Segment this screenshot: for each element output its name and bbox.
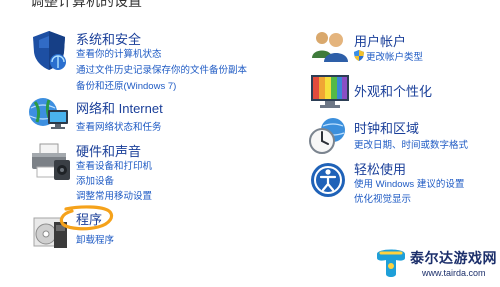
- ease-of-access-icon[interactable]: [308, 160, 348, 200]
- link-uninstall-program[interactable]: 卸载程序: [76, 232, 114, 246]
- display-personalization-icon[interactable]: [308, 72, 352, 110]
- clock-globe-icon[interactable]: [308, 116, 350, 156]
- link-add-device[interactable]: 添加设备: [76, 173, 114, 187]
- watermark-url: www.tairda.com: [422, 268, 486, 278]
- watermark-title: 泰尔达游戏网: [410, 250, 497, 266]
- site-watermark: 泰尔达游戏网 www.tairda.com: [372, 240, 500, 287]
- printer-speaker-icon[interactable]: [28, 140, 72, 182]
- link-change-account-type-label: 更改帐户类型: [366, 52, 424, 63]
- link-view-computer-status[interactable]: 查看你的计算机状态: [76, 46, 162, 60]
- programs-disc-icon[interactable]: [30, 210, 70, 250]
- link-backup-restore[interactable]: 备份和还原(Windows 7): [76, 78, 176, 92]
- link-change-date-time-format[interactable]: 更改日期、时间或数字格式: [354, 137, 468, 151]
- uac-shield-icon: [354, 50, 364, 61]
- link-change-account-type[interactable]: 更改帐户类型: [354, 49, 423, 63]
- watermark-logo-icon: [377, 249, 405, 277]
- category-title-appearance[interactable]: 外观和个性化: [354, 81, 432, 100]
- system-security-shield-icon[interactable]: [28, 28, 70, 72]
- network-globe-icon[interactable]: [26, 94, 72, 136]
- category-title-network-internet[interactable]: 网络和 Internet: [76, 98, 163, 117]
- link-optimize-visual-display[interactable]: 优化视觉显示: [354, 191, 411, 205]
- link-devices-printers[interactable]: 查看设备和打印机: [76, 158, 152, 172]
- link-mobility-settings[interactable]: 调整常用移动设置: [76, 188, 152, 202]
- link-file-history-backup[interactable]: 通过文件历史记录保存你的文件备份副本: [76, 62, 247, 76]
- page-header: 调整计算机的设置: [30, 0, 142, 9]
- link-windows-recommended-settings[interactable]: 使用 Windows 建议的设置: [354, 176, 464, 190]
- category-title-user-accounts[interactable]: 用户帐户: [354, 31, 406, 50]
- user-accounts-icon[interactable]: [310, 28, 350, 64]
- category-title-programs[interactable]: 程序: [76, 209, 102, 228]
- category-title-clock-region[interactable]: 时钟和区域: [354, 118, 419, 137]
- link-view-network-status[interactable]: 查看网络状态和任务: [76, 119, 162, 133]
